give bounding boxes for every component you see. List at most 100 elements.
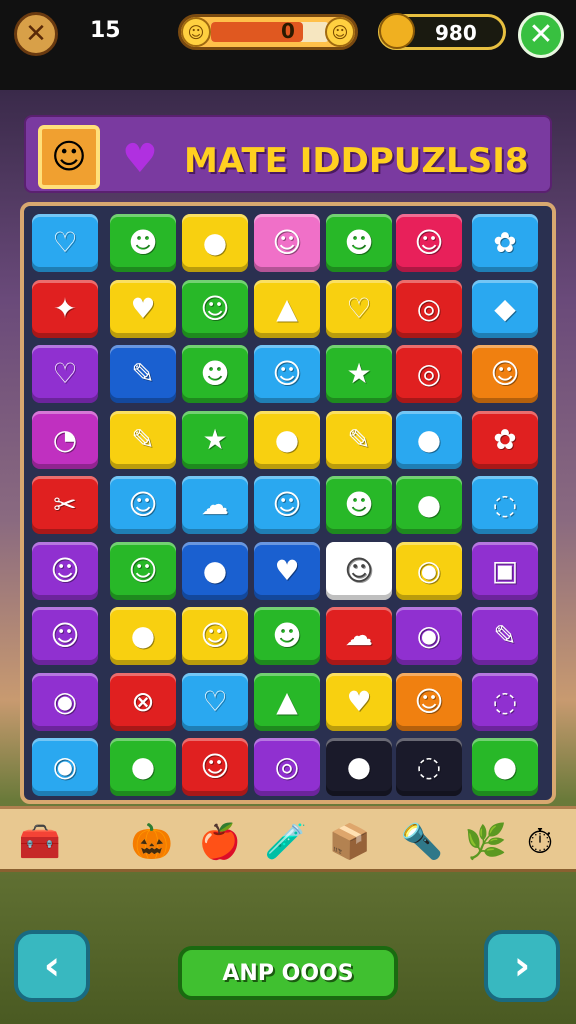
board-tile[interactable]: ☻ bbox=[326, 476, 392, 534]
board-tile[interactable]: ☺ bbox=[396, 214, 462, 272]
board-tile[interactable]: ● bbox=[254, 410, 320, 469]
tile-icon: ◔ bbox=[52, 422, 78, 456]
board-tile[interactable]: ☺ bbox=[32, 541, 98, 600]
board-tile[interactable]: ✿ bbox=[472, 410, 538, 469]
board-tile[interactable]: ♡ bbox=[326, 279, 392, 338]
board-tile[interactable]: ☺ bbox=[254, 476, 320, 534]
tile-icon: ◎ bbox=[416, 291, 442, 325]
board-tile[interactable]: ☁ bbox=[182, 476, 248, 534]
prev-button[interactable]: ‹ bbox=[14, 930, 90, 1002]
shelf-item[interactable]: 🎃 bbox=[128, 819, 176, 865]
board-tile[interactable]: ♥ bbox=[110, 279, 176, 338]
board-tile[interactable]: ♡ bbox=[32, 345, 98, 403]
play-button[interactable]: ANP OOOS bbox=[178, 946, 398, 1000]
board-tile[interactable]: ✎ bbox=[110, 410, 176, 469]
board-tile[interactable]: ☻ bbox=[110, 214, 176, 272]
board-tile[interactable]: ☺ bbox=[396, 672, 462, 731]
shelf-item[interactable]: ⏱ bbox=[516, 819, 564, 865]
tile-icon: ♡ bbox=[52, 357, 78, 390]
board-tile[interactable]: ◎ bbox=[254, 738, 320, 796]
tile-icon: ✦ bbox=[53, 291, 77, 325]
board-tile[interactable]: ◔ bbox=[32, 410, 98, 469]
shelf-item[interactable]: 🔦 bbox=[398, 819, 446, 865]
tile-icon: ☺ bbox=[272, 488, 302, 521]
board-tile[interactable]: ♡ bbox=[32, 214, 98, 272]
shelf-item[interactable]: 🍎 bbox=[196, 819, 244, 865]
board-tile[interactable]: ☺ bbox=[110, 476, 176, 534]
board-tile[interactable]: ◎ bbox=[396, 345, 462, 403]
tile-icon: ✎ bbox=[131, 422, 155, 456]
board-tile[interactable]: ◌ bbox=[472, 476, 538, 534]
tile-icon: ● bbox=[416, 422, 442, 456]
tile-icon: ◎ bbox=[274, 750, 300, 783]
board-tile[interactable]: ◉ bbox=[396, 541, 462, 600]
board-tile[interactable]: ☺ bbox=[472, 345, 538, 403]
board-tile[interactable]: ✎ bbox=[326, 410, 392, 469]
tile-icon: ◌ bbox=[492, 488, 518, 521]
board-tile[interactable]: ☺ bbox=[182, 279, 248, 338]
board-tile[interactable]: ☻ bbox=[326, 214, 392, 272]
board-tile[interactable]: ★ bbox=[326, 345, 392, 403]
tile-icon: ◌ bbox=[492, 684, 518, 718]
coin-value: 980 bbox=[435, 21, 477, 45]
board-tile[interactable]: ◉ bbox=[32, 672, 98, 731]
board-tile[interactable]: ▲ bbox=[254, 672, 320, 731]
tile-icon: ★ bbox=[202, 422, 228, 456]
board-tile[interactable]: ◉ bbox=[32, 738, 98, 796]
board-tile[interactable]: ♥ bbox=[254, 541, 320, 600]
board-tile[interactable]: ● bbox=[326, 738, 392, 796]
shelf-item[interactable]: 📦 bbox=[326, 819, 374, 865]
next-button[interactable]: › bbox=[484, 930, 560, 1002]
board-tile[interactable]: ✿ bbox=[472, 214, 538, 272]
board-tile[interactable]: ☁ bbox=[326, 607, 392, 665]
tile-icon: ☻ bbox=[344, 226, 374, 259]
board-tile[interactable]: ● bbox=[110, 738, 176, 796]
board-tile[interactable]: ▣ bbox=[472, 541, 538, 600]
board-tile[interactable]: ● bbox=[182, 214, 248, 272]
hud-bar: ✕ 15 ☺ 0 ☺ 980 ✕ bbox=[0, 0, 576, 70]
board-tile[interactable]: ☺ bbox=[110, 541, 176, 600]
board-tile[interactable]: ✂ bbox=[32, 476, 98, 534]
shelf-item[interactable]: 🧰 bbox=[16, 819, 64, 865]
board-tile[interactable]: ◌ bbox=[396, 738, 462, 796]
close-button[interactable]: ✕ bbox=[518, 12, 564, 58]
board-tile[interactable]: ✦ bbox=[32, 279, 98, 338]
tile-icon: ● bbox=[416, 488, 442, 521]
board-tile[interactable]: ● bbox=[396, 410, 462, 469]
tile-icon: ☺ bbox=[128, 553, 158, 587]
board-tile[interactable]: ☺ bbox=[326, 541, 392, 600]
board-tile[interactable]: ✎ bbox=[472, 607, 538, 665]
board-tile[interactable]: ♥ bbox=[326, 672, 392, 731]
board-tile[interactable]: ☺ bbox=[254, 214, 320, 272]
board-tile[interactable]: ☺ bbox=[254, 345, 320, 403]
tile-icon: ☻ bbox=[272, 619, 302, 652]
shelf-item[interactable]: 🧪 bbox=[262, 819, 310, 865]
tile-icon: ☺ bbox=[272, 226, 302, 259]
board-tile[interactable]: ⊗ bbox=[110, 672, 176, 731]
meter-value: 0 bbox=[281, 19, 295, 43]
board-tile[interactable]: ● bbox=[396, 476, 462, 534]
board-tile[interactable]: ◆ bbox=[472, 279, 538, 338]
board-tile[interactable]: ◉ bbox=[396, 607, 462, 665]
shelf-item[interactable]: 🌿 bbox=[462, 819, 510, 865]
tile-icon: ● bbox=[274, 422, 300, 456]
board-tile[interactable]: ☺ bbox=[182, 738, 248, 796]
tile-icon: ☻ bbox=[344, 488, 374, 521]
tile-icon: ♡ bbox=[346, 291, 372, 325]
board-tile[interactable]: ☻ bbox=[254, 607, 320, 665]
board-tile[interactable]: ✎ bbox=[110, 345, 176, 403]
board-tile[interactable]: ● bbox=[110, 607, 176, 665]
board-tile[interactable]: ◎ bbox=[396, 279, 462, 338]
board-tile[interactable]: ☺ bbox=[32, 607, 98, 665]
crate-icon[interactable]: ✕ bbox=[14, 12, 58, 56]
board-tile[interactable]: ● bbox=[182, 541, 248, 600]
board-tile[interactable]: ♡ bbox=[182, 672, 248, 731]
board-tile[interactable]: ☻ bbox=[182, 345, 248, 403]
tile-icon: ● bbox=[130, 619, 156, 652]
tile-icon: ♡ bbox=[202, 684, 228, 718]
board-tile[interactable]: ◌ bbox=[472, 672, 538, 731]
board-tile[interactable]: ☺ bbox=[182, 607, 248, 665]
board-tile[interactable]: ● bbox=[472, 738, 538, 796]
board-tile[interactable]: ★ bbox=[182, 410, 248, 469]
board-tile[interactable]: ▲ bbox=[254, 279, 320, 338]
